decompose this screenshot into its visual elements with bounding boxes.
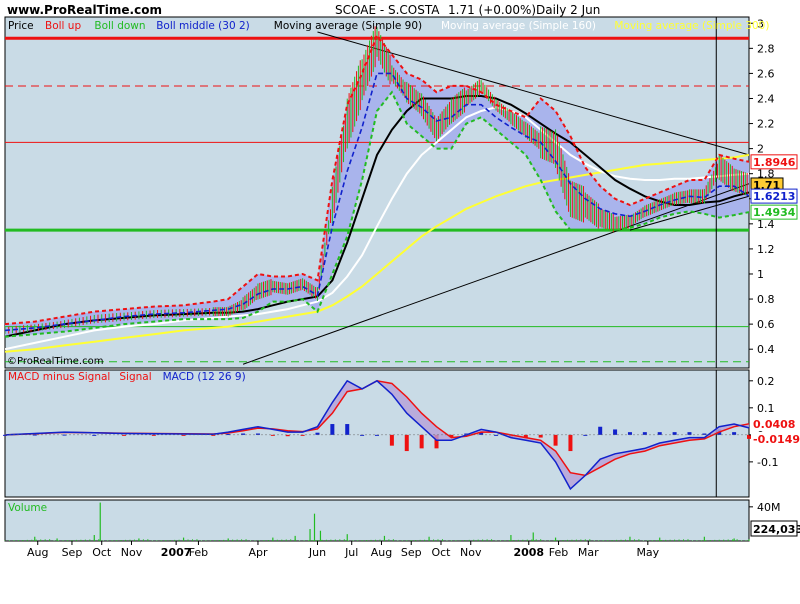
x-tick-label: Nov xyxy=(460,546,482,559)
price-value-label: 1.8946 xyxy=(753,156,796,169)
price-tick-label: 2.8 xyxy=(757,42,775,55)
price-tick-label: 0.8 xyxy=(757,293,775,306)
macd-tick-label: 0.2 xyxy=(757,375,775,388)
price-tick-label: 0.4 xyxy=(757,343,775,356)
volume-legend-item: Volume xyxy=(8,502,47,514)
chart-window: www.ProRealTime.com SCOAE - S.COSTA 1.71… xyxy=(0,0,800,600)
volume-value-label: 224,033 xyxy=(753,523,800,536)
macd-histogram-bar xyxy=(419,434,424,449)
price-tick-label: 2.4 xyxy=(757,92,775,105)
macd-histogram-bar xyxy=(404,434,409,452)
price-tick-label: 2.6 xyxy=(757,67,775,80)
x-tick-label: Jun xyxy=(308,546,326,559)
price-legend-item: Moving average (Simple 90) xyxy=(274,20,422,32)
macd-histogram-bar xyxy=(732,432,737,435)
site-title[interactable]: www.ProRealTime.com xyxy=(7,3,162,17)
price-legend-item: Boll down xyxy=(94,20,145,32)
symbol-title: SCOAE - S.COSTA xyxy=(335,3,440,17)
macd-value-label: -0.0149 xyxy=(753,433,800,446)
macd-histogram-bar xyxy=(627,432,632,435)
price-tick-label: 1.2 xyxy=(757,243,775,256)
macd-histogram-bar xyxy=(642,432,647,435)
macd-histogram-bar xyxy=(538,434,543,438)
x-tick-label: Oct xyxy=(431,546,451,559)
quote-value: 1.71 (+0.00%) xyxy=(448,3,536,17)
watermark: ©ProRealTime.com xyxy=(7,356,103,367)
x-tick-label: Nov xyxy=(121,546,143,559)
period-label: Daily 2 Jun xyxy=(536,3,600,17)
macd-histogram-bar xyxy=(613,429,618,435)
x-tick-label: Apr xyxy=(248,546,268,559)
x-tick-label: 2007 xyxy=(161,546,192,559)
macd-histogram-bar xyxy=(657,432,662,435)
price-legend-item: Boll middle (30 2) xyxy=(156,20,250,32)
x-tick-label: Sep xyxy=(62,546,83,559)
x-tick-label: Aug xyxy=(27,546,48,559)
macd-tick-label: -0.1 xyxy=(757,456,778,469)
macd-value-label: 0.0408 xyxy=(753,418,795,431)
price-value-label: 1.6213 xyxy=(753,190,795,203)
x-tick-label: Feb xyxy=(549,546,568,559)
x-tick-label: Mar xyxy=(578,546,599,559)
macd-histogram-bar xyxy=(315,432,320,435)
chart-canvas: www.ProRealTime.com SCOAE - S.COSTA 1.71… xyxy=(0,0,800,600)
price-legend-item: Price xyxy=(8,20,34,32)
x-tick-label: 2008 xyxy=(513,546,544,559)
price-value-label: 1.4934 xyxy=(753,206,796,219)
price-tick-label: 1 xyxy=(757,268,764,281)
volume-tick-label: 40M xyxy=(757,501,781,514)
x-tick-label: Aug xyxy=(371,546,392,559)
x-tick-label: Feb xyxy=(189,546,208,559)
price-tick-label: 0.6 xyxy=(757,318,775,331)
price-tick-label: 2.2 xyxy=(757,118,775,131)
macd-histogram-bar xyxy=(345,424,350,435)
price-legend-item: Moving average (Simple 300) xyxy=(614,20,769,32)
macd-histogram-bar xyxy=(553,434,558,446)
macd-histogram-bar xyxy=(568,434,573,452)
macd-histogram-bar xyxy=(747,434,751,439)
macd-legend-item: MACD (12 26 9) xyxy=(163,371,246,383)
x-tick-label: May xyxy=(636,546,659,559)
macd-histogram-bar xyxy=(330,424,335,435)
price-tick-label: 1.4 xyxy=(757,218,775,231)
price-tick-label: 2 xyxy=(757,143,764,156)
price-legend-item: Moving average (Simple 160) xyxy=(441,20,596,32)
macd-histogram-bar xyxy=(389,434,394,446)
x-tick-label: Sep xyxy=(401,546,422,559)
volume-panel[interactable] xyxy=(4,499,750,542)
x-tick-label: Jul xyxy=(344,546,358,559)
macd-legend-item: MACD minus Signal xyxy=(8,371,110,383)
x-tick-label: Oct xyxy=(92,546,112,559)
macd-histogram-bar xyxy=(687,432,692,435)
macd-legend-item: Signal xyxy=(119,371,151,383)
macd-tick-label: 0.1 xyxy=(757,402,775,415)
macd-histogram-bar xyxy=(598,426,603,435)
price-legend-item: Boll up xyxy=(45,20,81,32)
macd-histogram-bar xyxy=(672,432,677,435)
